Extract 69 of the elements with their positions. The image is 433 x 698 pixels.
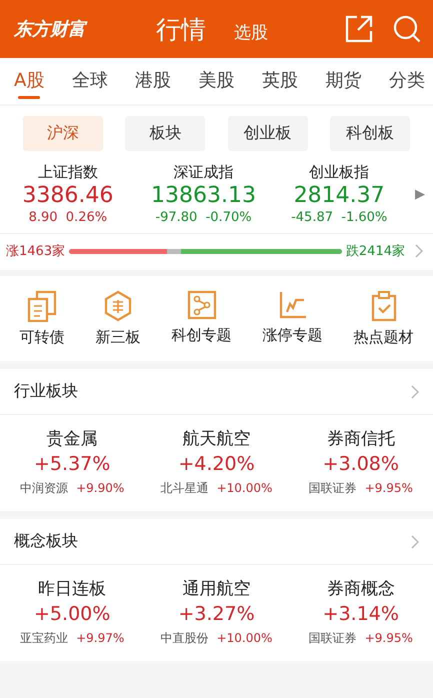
leading-stock: 国联证券 [308, 480, 357, 497]
leading-stock: 亚宝药业 [20, 630, 68, 647]
clipboard-check-icon [370, 290, 398, 322]
sector-change: +5.37% [34, 453, 110, 475]
sector-name[interactable]: 贵金属 [46, 427, 98, 450]
market-tab[interactable]: 英股 [260, 58, 300, 104]
sector-change: +3.14% [322, 603, 399, 625]
index-name: 深证成指 [174, 163, 234, 182]
market-tab[interactable]: 港股 [133, 58, 174, 104]
market-filter-button[interactable]: 沪深 [23, 116, 104, 151]
falling-count: 跌2414家 [346, 243, 405, 260]
sector-change: +5.00% [34, 603, 110, 625]
more-indices-arrow[interactable]: ▶ [407, 186, 433, 202]
rising-count: 涨1463家 [6, 243, 66, 260]
leading-stock-change: +9.97% [76, 631, 124, 645]
market-filter-button[interactable]: 创业板 [228, 116, 308, 151]
index-name: 创业板指 [309, 163, 370, 182]
leading-stock-change: +10.00% [216, 631, 272, 645]
leading-stock: 中直股份 [160, 630, 209, 647]
shortcut-label[interactable]: 科创专题 [172, 326, 232, 345]
sector-name[interactable]: 券商概念 [326, 577, 395, 600]
index-change: -45.87 -1.60% [291, 210, 388, 225]
sector-name[interactable]: 航天航空 [182, 427, 250, 450]
shortcut-label[interactable]: 可转债 [20, 328, 64, 347]
market-tab[interactable]: 全球 [70, 58, 110, 104]
stock-picker-link[interactable]: 选股 [234, 20, 268, 44]
hexagon-icon [103, 290, 133, 322]
chevron-right-icon [411, 384, 419, 398]
shortcut-label[interactable]: 热点题材 [354, 328, 414, 347]
share-icon[interactable] [345, 15, 373, 43]
sector-change: +3.08% [322, 453, 399, 475]
document-stack-icon [25, 290, 59, 322]
leading-stock-change: +9.90% [76, 481, 124, 495]
sector-name[interactable]: 通用航空 [182, 577, 250, 600]
sector-change: +4.20% [178, 453, 255, 475]
page-title: 行情 [156, 14, 206, 46]
index-change: 8.90 0.26% [28, 210, 108, 225]
market-filter-button[interactable]: 板块 [125, 116, 206, 151]
leading-stock-change: +9.95% [364, 631, 413, 645]
market-tab[interactable]: A股 [12, 58, 46, 104]
index-value: 13863.13 [151, 183, 256, 208]
index-change: -97.80 -0.70% [155, 210, 252, 225]
index-value: 3386.46 [22, 183, 114, 208]
market-tab[interactable]: 分类 [386, 58, 427, 104]
search-icon[interactable] [393, 15, 421, 43]
section-title: 行业板块 [14, 381, 78, 402]
market-tab[interactable]: 期货 [324, 58, 364, 104]
index-value: 2814.37 [294, 183, 385, 208]
section-header[interactable]: 概念板块 [0, 519, 433, 565]
market-filter-button[interactable]: 科创板 [330, 116, 410, 151]
index-name: 上证指数 [38, 163, 98, 182]
section-header[interactable]: 行业板块 [0, 369, 433, 415]
chevron-right-icon [415, 244, 423, 258]
step-chart-icon [278, 290, 308, 320]
shortcut-label[interactable]: 涨停专题 [262, 326, 322, 345]
market-tab[interactable]: 美股 [196, 58, 237, 104]
brand-logo: 东方财富 [14, 18, 88, 41]
leading-stock: 中润资源 [20, 480, 68, 497]
leading-stock: 北斗星通 [160, 480, 209, 497]
shortcut-label[interactable]: 新三板 [96, 328, 140, 347]
section-title: 概念板块 [14, 531, 78, 552]
leading-stock-change: +10.00% [216, 481, 272, 495]
leading-stock-change: +9.95% [364, 481, 413, 495]
sector-change: +3.27% [178, 603, 255, 625]
chevron-right-icon [411, 534, 419, 548]
node-link-icon [186, 290, 216, 320]
sector-name[interactable]: 券商信托 [326, 427, 395, 450]
leading-stock: 国联证券 [308, 630, 357, 647]
sector-name[interactable]: 昨日连板 [38, 577, 106, 600]
